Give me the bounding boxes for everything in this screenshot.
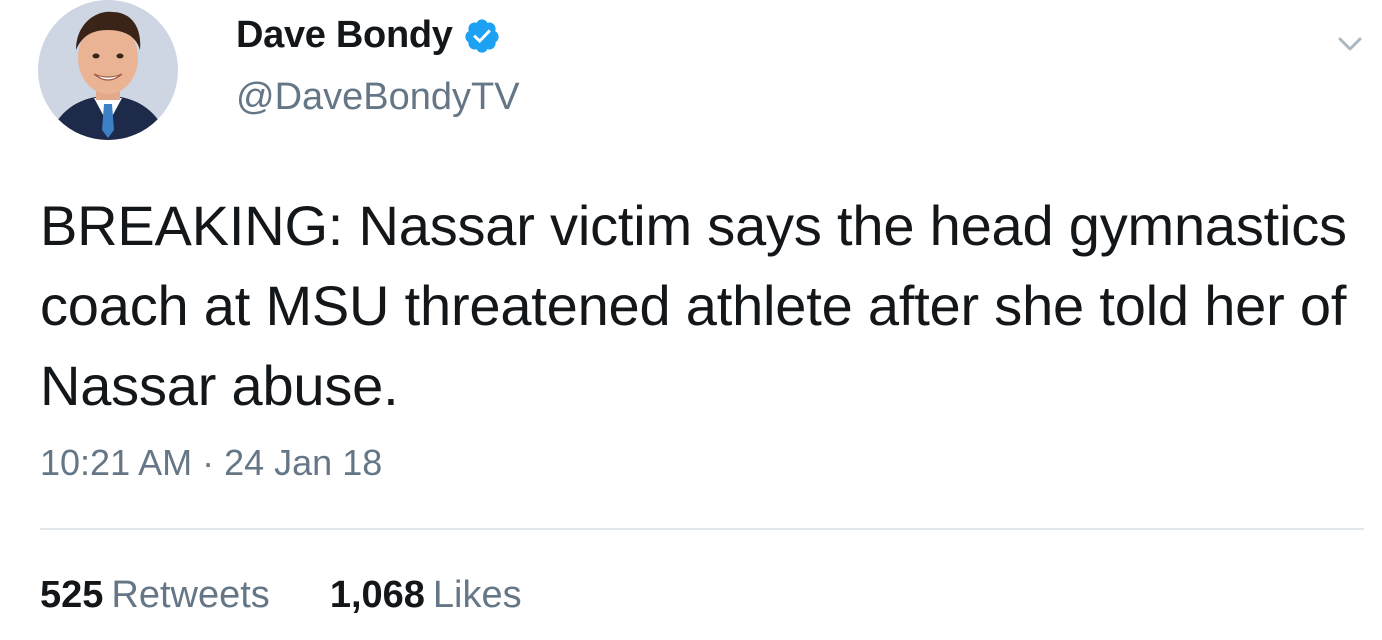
tweet-stats: 525 Retweets 1,068 Likes <box>40 574 522 617</box>
retweets-label: Retweets <box>111 574 270 616</box>
likes-stat[interactable]: 1,068 Likes <box>330 574 522 617</box>
tweet-date: 24 Jan 18 <box>224 442 383 483</box>
likes-count: 1,068 <box>329 574 425 616</box>
avatar-photo <box>38 0 178 140</box>
tweet-time: 10:21 AM <box>40 442 193 483</box>
retweets-stat[interactable]: 525 Retweets <box>40 574 270 617</box>
user-handle[interactable]: @DaveBondyTV <box>236 76 520 119</box>
meta-separator: · <box>202 442 215 483</box>
verified-badge-icon <box>463 17 501 55</box>
display-name[interactable]: Dave Bondy <box>236 14 453 57</box>
tweet-card: Dave Bondy @DaveBondyTV BREAKING: Nassar… <box>0 0 1382 640</box>
display-name-row: Dave Bondy <box>236 14 501 57</box>
chevron-down-icon[interactable] <box>1330 24 1370 64</box>
likes-label: Likes <box>432 574 522 616</box>
divider <box>40 528 1364 530</box>
avatar[interactable] <box>38 0 178 140</box>
retweets-count: 525 <box>40 574 104 616</box>
tweet-text: BREAKING: Nassar victim says the head gy… <box>40 194 1347 417</box>
tweet-timestamp[interactable]: 10:21 AM · 24 Jan 18 <box>40 442 382 484</box>
